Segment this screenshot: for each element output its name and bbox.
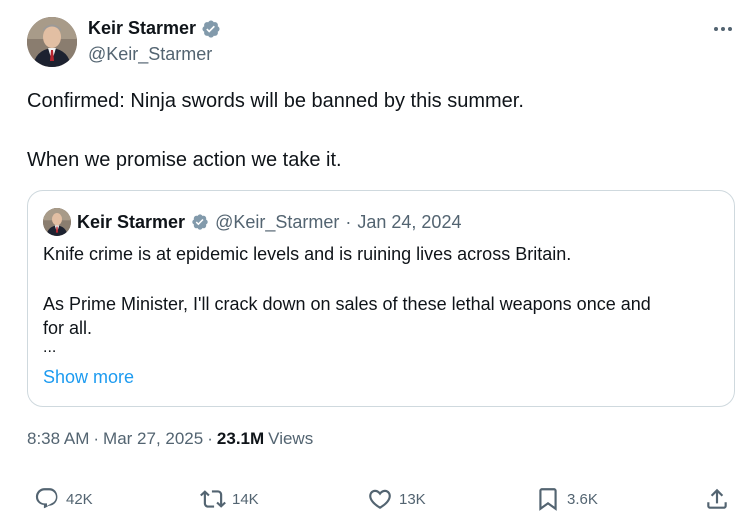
quoted-author-name: Keir Starmer [77, 211, 186, 232]
reply-icon [35, 488, 58, 509]
quoted-text-line-3: for all. [43, 318, 93, 338]
quoted-text-line-2: As Prime Minister, I'll crack down on sa… [43, 294, 651, 314]
repost-icon [200, 490, 226, 508]
quoted-tweet[interactable]: Keir Starmer @Keir_Starmer · Jan 24, 202… [27, 190, 735, 407]
more-icon[interactable] [712, 20, 734, 38]
views-count: 23.1M [216, 429, 265, 448]
meta-separator: · [93, 429, 100, 448]
show-more-link[interactable]: Show more [43, 367, 134, 388]
verified-badge-icon [191, 213, 209, 231]
heart-icon [369, 489, 391, 509]
reply-count: 42K [66, 490, 93, 508]
tweet-time[interactable]: 8:38 AM [27, 429, 89, 449]
author-name[interactable]: Keir Starmer [88, 18, 196, 39]
author-handle[interactable]: @Keir_Starmer [88, 44, 212, 65]
reply-button[interactable]: 42K [34, 486, 93, 512]
tweet-text-line-1: Confirmed: Ninja swords will be banned b… [27, 90, 524, 112]
quoted-author-handle: @Keir_Starmer [215, 211, 340, 232]
share-button[interactable] [704, 486, 730, 512]
quoted-avatar [43, 208, 71, 236]
like-button[interactable]: 13K [367, 486, 426, 512]
tweet-date[interactable]: Mar 27, 2025 [103, 429, 203, 449]
avatar[interactable] [27, 17, 77, 67]
bookmark-icon [539, 488, 557, 511]
verified-badge-icon[interactable] [201, 19, 221, 39]
tweet: Keir Starmer @Keir_Starmer Confirmed: Ni… [0, 0, 756, 529]
bookmark-button[interactable]: 3.6K [535, 486, 598, 512]
repost-button[interactable]: 14K [200, 486, 259, 512]
quoted-separator: · [345, 211, 352, 232]
like-count: 13K [399, 490, 426, 508]
bookmark-count: 3.6K [567, 490, 598, 508]
views-label: Views [268, 429, 314, 448]
share-icon [707, 488, 727, 509]
meta-separator: · [207, 429, 213, 448]
quoted-text-line-1: Knife crime is at epidemic levels and is… [43, 244, 572, 264]
tweet-text-line-2: When we promise action we take it. [27, 149, 342, 171]
quoted-date: Jan 24, 2024 [357, 211, 462, 232]
repost-count: 14K [232, 490, 259, 508]
quoted-text-ellipsis: ... [43, 339, 57, 356]
tweet-meta: 8:38 AM · Mar 27, 2025 · 23.1M Views [27, 429, 313, 449]
